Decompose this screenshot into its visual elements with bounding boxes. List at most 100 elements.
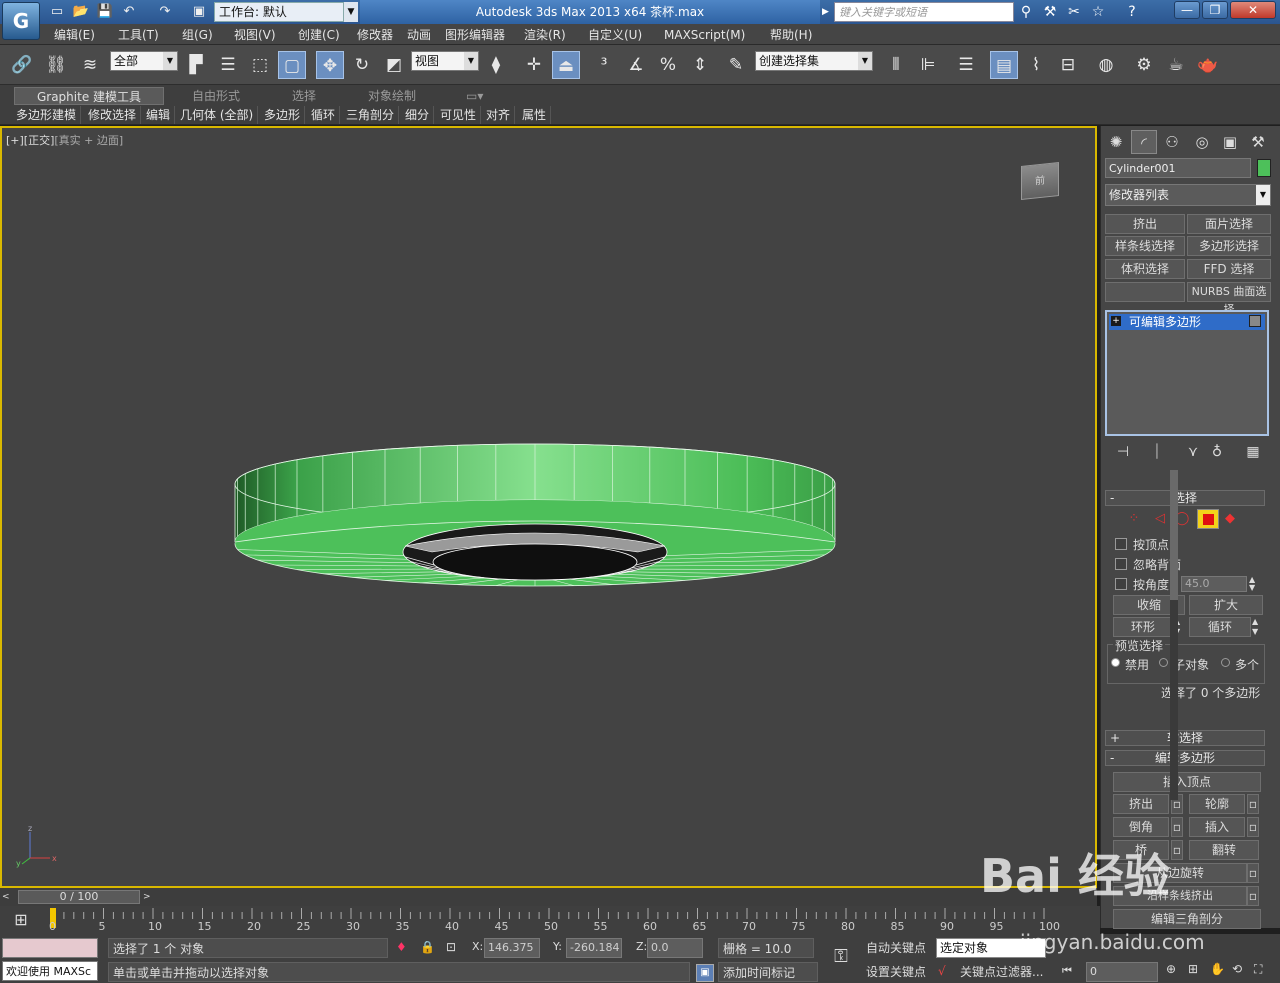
rollout-edit-polygons-header[interactable]: - 编辑多边形	[1105, 750, 1265, 766]
polygon-mode-icon[interactable]	[1197, 509, 1219, 529]
bevel-button[interactable]: 倒角	[1113, 817, 1169, 837]
menu-rendering[interactable]: 渲染(R)	[518, 26, 572, 44]
undo-icon[interactable]: ↶	[120, 3, 138, 21]
modifier-list-dropdown[interactable]: 修改器列表 ▼	[1105, 184, 1271, 206]
render-setup-icon[interactable]: ⚙	[1130, 51, 1158, 79]
minimize-button[interactable]: —	[1174, 1, 1200, 19]
close-button[interactable]: ✕	[1230, 1, 1276, 19]
subtab-modify-selection[interactable]: 修改选择	[84, 106, 142, 124]
subtab-polygons[interactable]: 多边形	[260, 106, 306, 124]
viewport-label[interactable]: [+][正交][真实 + 边面]	[6, 132, 123, 148]
outline-settings-icon[interactable]: ▫	[1247, 794, 1259, 814]
viewport-label-shading[interactable]: [真实 + 边面]	[54, 134, 123, 147]
key-filters-button[interactable]: 关键点过滤器...	[960, 962, 1043, 982]
track-bar[interactable]: ⊞ 0 5 10 15 20 25 30 35 40 45 50 55 60 65 70 75 80 85 90 95…	[0, 906, 1100, 934]
loop-button[interactable]: 循环	[1189, 617, 1251, 637]
show-end-result-icon[interactable]: ⏐	[1147, 442, 1167, 462]
zoom-icon[interactable]: ⊕	[1166, 962, 1182, 980]
menu-customize[interactable]: 自定义(U)	[582, 26, 648, 44]
menu-group[interactable]: 组(G)	[176, 26, 219, 44]
select-by-name-icon[interactable]: ☰	[214, 51, 242, 79]
utilities-tab-icon[interactable]: ⚒	[1245, 130, 1271, 154]
spinner-snap-icon[interactable]: ⇕	[686, 51, 714, 79]
configure-modifier-sets-icon[interactable]: ▦	[1243, 442, 1263, 462]
spinner-arrows-icon[interactable]: ▲ ▼	[1249, 576, 1259, 592]
reference-coordinate-dropdown[interactable]: 视图 ▼	[411, 51, 479, 71]
favorites-icon[interactable]: ☆	[1088, 3, 1108, 21]
viewport-label-view[interactable]: [+][正交]	[6, 134, 54, 147]
orbit-icon[interactable]: ⟲	[1232, 962, 1248, 980]
rollout-soft-selection-header[interactable]: + 软选择	[1105, 730, 1265, 746]
angle-spinner[interactable]: 45.0	[1181, 576, 1247, 592]
pan-icon[interactable]: ✋	[1210, 962, 1226, 980]
ribbon-options-icon[interactable]: ▭▾	[462, 87, 490, 105]
key-curve-icon[interactable]: √	[938, 964, 956, 982]
time-slider-thumb[interactable]: 0 / 100	[18, 890, 140, 904]
create-tab-icon[interactable]: ✺	[1103, 130, 1129, 154]
schematic-view-icon[interactable]: ⊟	[1054, 51, 1082, 79]
ring-button[interactable]: 环形	[1113, 617, 1173, 637]
tab-selection[interactable]: 选择	[288, 87, 320, 105]
modifier-ffd-select-button[interactable]: FFD 选择	[1187, 259, 1271, 279]
pivot-center-icon[interactable]: ⧫	[482, 51, 510, 79]
grow-button[interactable]: 扩大	[1189, 595, 1263, 615]
keyboard-shortcut-override-icon[interactable]: ⏏	[552, 51, 580, 79]
set-key-button[interactable]: 设置关键点	[866, 962, 926, 982]
save-icon[interactable]: 💾	[96, 3, 114, 21]
chevron-right-icon[interactable]: ▶	[822, 4, 832, 20]
mini-curve-editor-icon[interactable]: ⊞	[8, 910, 34, 930]
menu-create[interactable]: 创建(C)	[292, 26, 346, 44]
modify-tab-icon[interactable]: ◜	[1131, 130, 1157, 154]
unlink-icon[interactable]: ⛓	[42, 51, 70, 79]
link-icon[interactable]: 🔗	[8, 51, 36, 79]
menu-modifiers[interactable]: 修改器	[351, 26, 399, 44]
add-time-tag[interactable]: 添加时间标记	[718, 962, 818, 982]
rollout-selection-header[interactable]: - 选择	[1105, 490, 1265, 506]
angle-snap-icon[interactable]: ∡	[622, 51, 650, 79]
preview-multiple-radio[interactable]	[1221, 658, 1230, 667]
workspace-dropdown[interactable]: 工作台: 默认	[214, 2, 344, 22]
layer-manager-icon[interactable]: ☰	[952, 51, 980, 79]
stack-toggle-icon[interactable]	[1249, 315, 1261, 327]
material-editor-icon[interactable]: ◍	[1092, 51, 1120, 79]
communication-icon[interactable]: ✂	[1064, 3, 1084, 21]
viewport-front[interactable]: [+][正交][真实 + 边面] 前 z x y	[0, 126, 1097, 888]
cylinder-mesh[interactable]	[230, 440, 840, 590]
select-rotate-icon[interactable]: ↻	[348, 51, 376, 79]
named-selection-dropdown[interactable]: 创建选择集 ▼	[755, 51, 873, 71]
restore-button[interactable]: ❐	[1202, 1, 1228, 19]
time-slider[interactable]: < 0 / 100 >	[0, 888, 1097, 906]
modifier-empty-button[interactable]	[1105, 282, 1185, 302]
subtab-edit[interactable]: 编辑	[142, 106, 176, 124]
ignore-backfacing-checkbox[interactable]	[1115, 558, 1127, 570]
extrude-button[interactable]: 挤出	[1113, 794, 1169, 814]
outline-button[interactable]: 轮廓	[1189, 794, 1245, 814]
make-unique-icon[interactable]: ⋎	[1183, 442, 1203, 462]
key-icon[interactable]: ⚿	[826, 946, 856, 970]
rendered-frame-icon[interactable]: ☕	[1162, 51, 1190, 79]
align-icon[interactable]: ⊫	[914, 51, 942, 79]
app-logo-icon[interactable]: G	[2, 2, 40, 40]
subtab-align[interactable]: 对齐	[482, 106, 516, 124]
time-tag-icon[interactable]: ▣	[696, 964, 714, 982]
menu-help[interactable]: 帮助(H)	[764, 26, 818, 44]
subtab-tris[interactable]: 三角剖分	[342, 106, 400, 124]
new-file-icon[interactable]: ▭	[48, 3, 66, 21]
graphite-toggle-icon[interactable]: ▤	[990, 51, 1018, 79]
search-input[interactable]: 键入关键字或短语	[834, 2, 1014, 22]
subtab-visibility[interactable]: 可见性	[436, 106, 482, 124]
insert-vertex-button[interactable]: 插入顶点	[1113, 772, 1261, 792]
snap-toggle-icon[interactable]: ³	[590, 51, 618, 79]
subtab-loops[interactable]: 循环	[307, 106, 341, 124]
menu-edit[interactable]: 编辑(E)	[48, 26, 101, 44]
remove-modifier-icon[interactable]: ♁	[1207, 442, 1227, 462]
motion-tab-icon[interactable]: ◎	[1189, 130, 1215, 154]
z-coordinate-field[interactable]: 0.0	[647, 938, 703, 958]
expand-icon[interactable]: +	[1111, 316, 1121, 326]
mirror-icon[interactable]: ⫴	[882, 51, 910, 79]
binoculars-icon[interactable]: ⚲	[1016, 3, 1036, 21]
inset-settings-icon[interactable]: ▫	[1247, 817, 1259, 837]
loop-spinner-icon[interactable]: ▲ ▼	[1252, 617, 1263, 637]
project-folder-icon[interactable]: ▣	[190, 3, 208, 21]
select-object-icon[interactable]: ▛	[182, 51, 210, 79]
